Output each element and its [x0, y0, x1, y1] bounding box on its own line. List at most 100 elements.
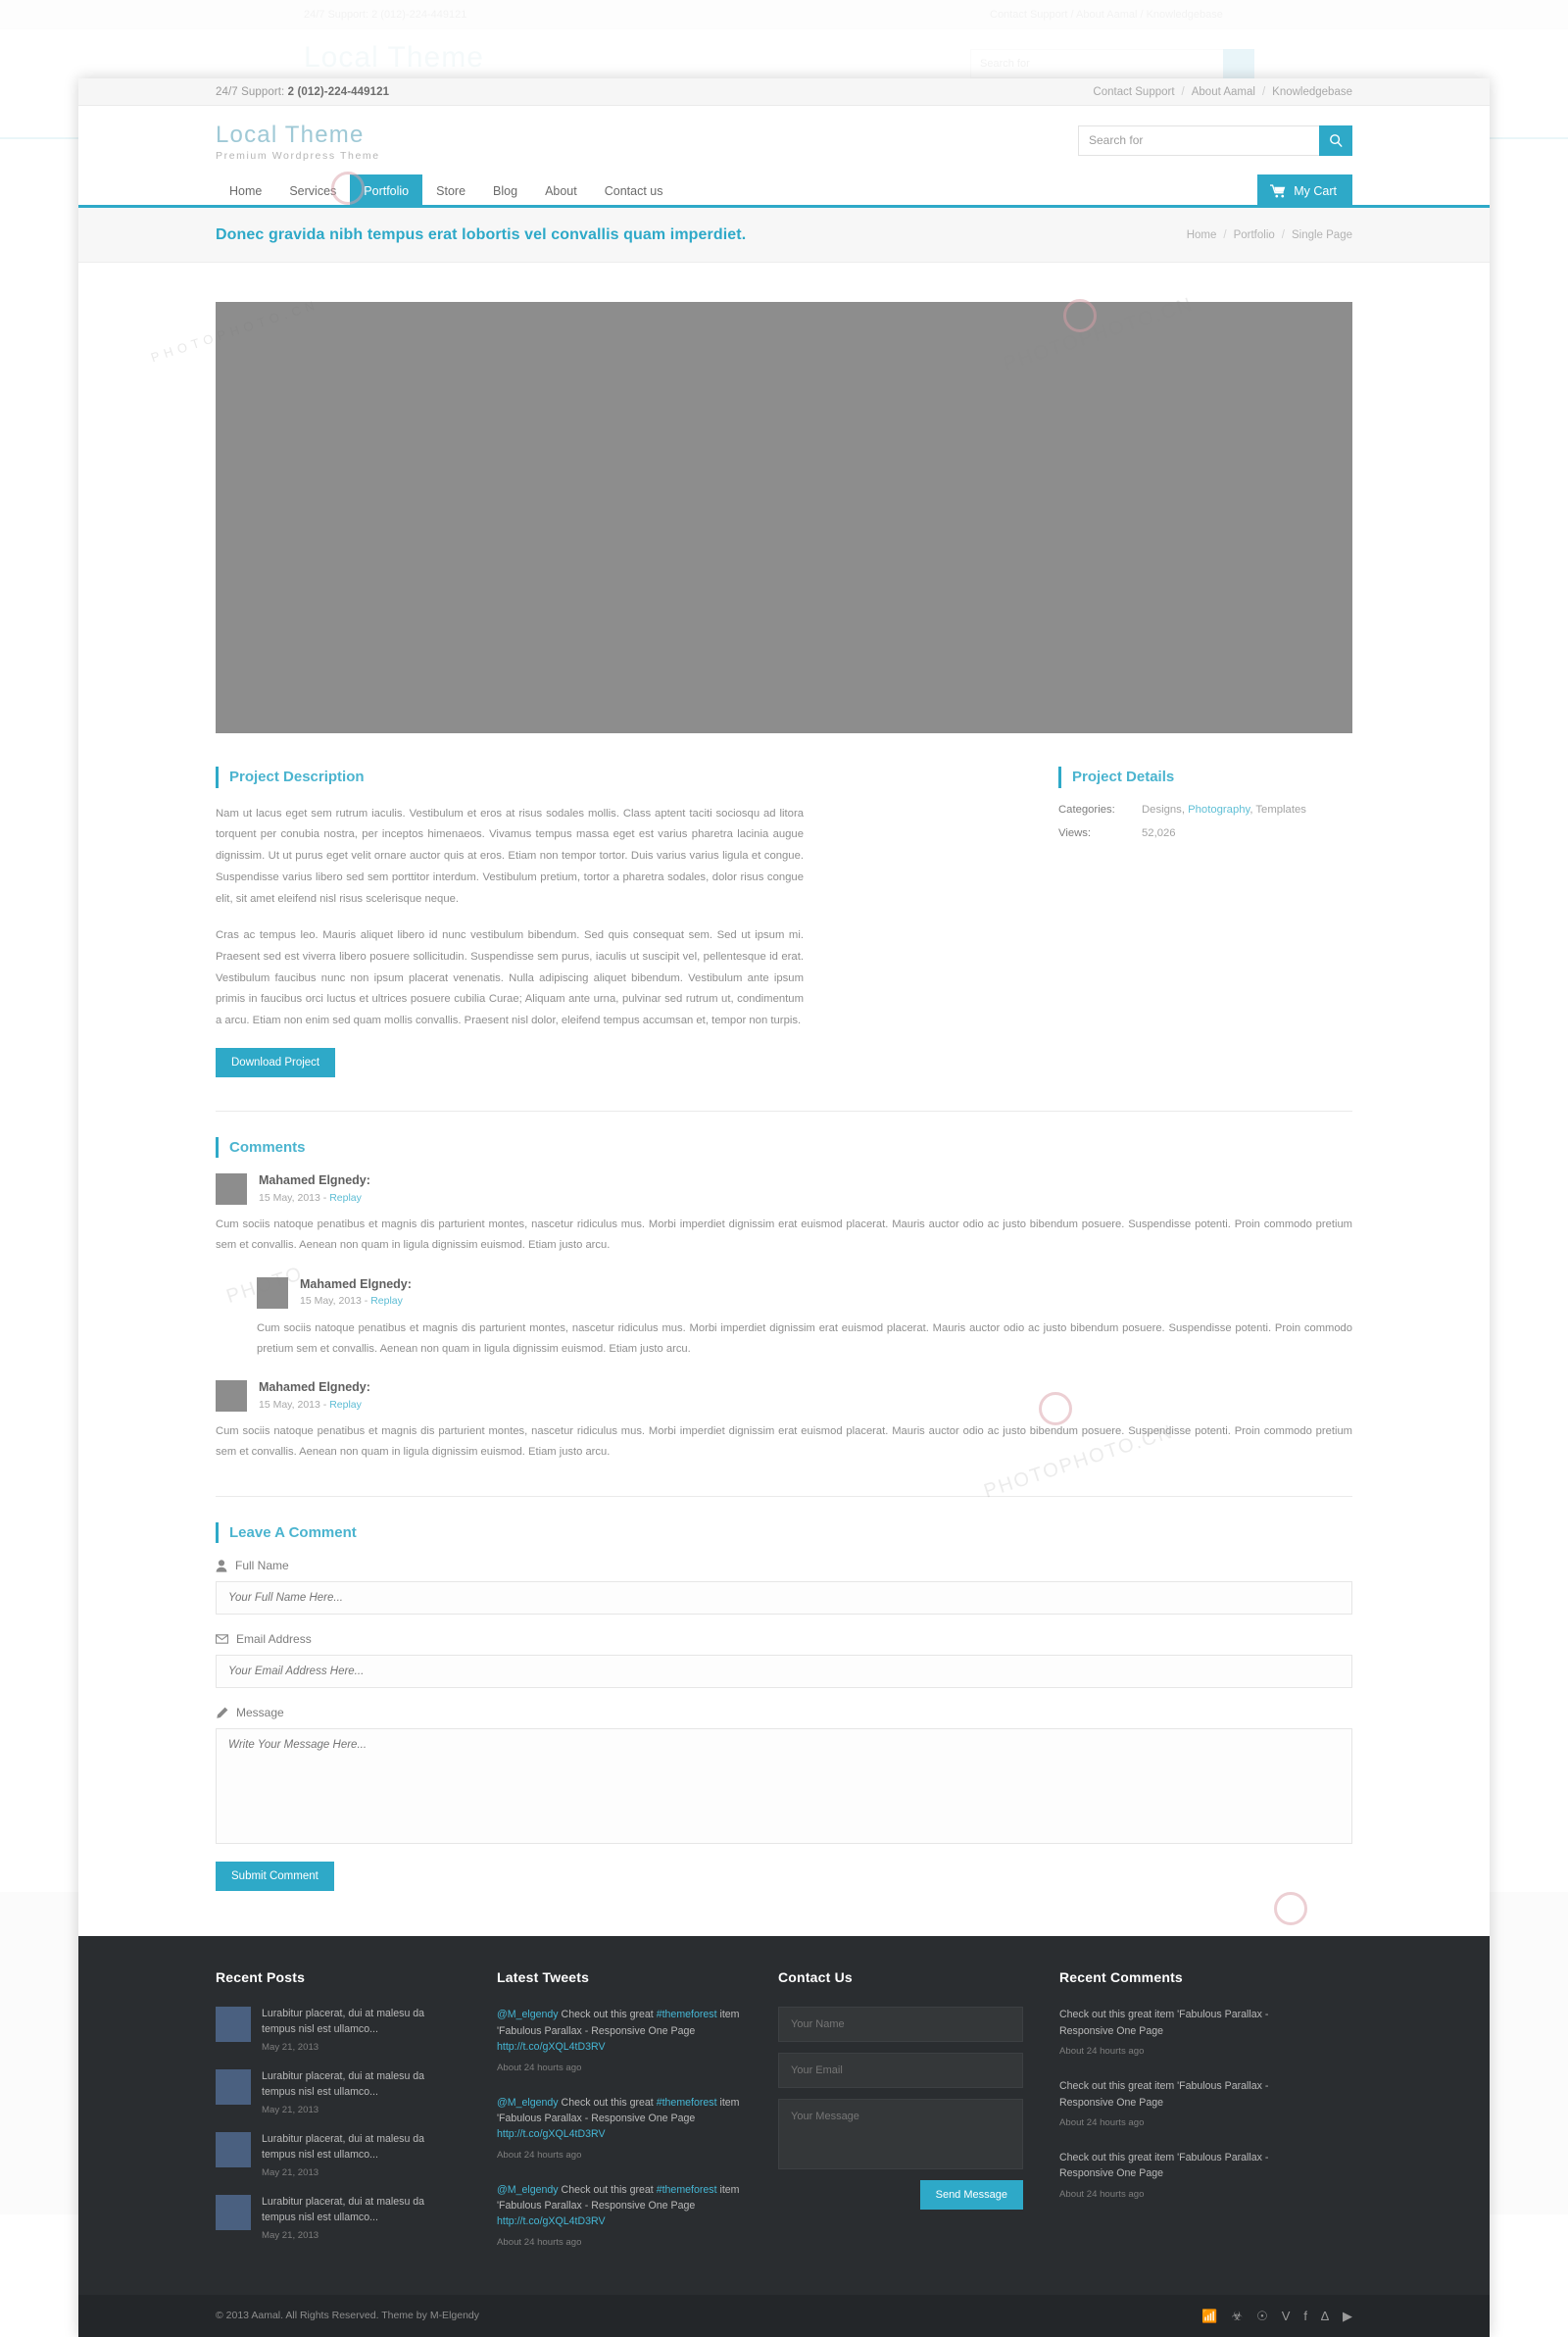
page-title-bar: Donec gravida nibh tempus erat lobortis …: [78, 208, 1490, 263]
comment-meta: 15 May, 2013 - Replay: [259, 1192, 370, 1204]
tweet-hashtag[interactable]: #themeforest: [657, 2097, 717, 2109]
message-label: Message: [216, 1706, 1352, 1719]
recent-post-item[interactable]: Lurabitur placerat, dui at malesu da tem…: [216, 2132, 461, 2178]
tweet-handle[interactable]: @M_elgendy: [497, 2009, 559, 2020]
detail-row-categories: Categories: Designs, Photography, Templa…: [1058, 804, 1352, 816]
comment-date: 15 May, 2013 -: [259, 1192, 327, 1204]
nav-item-home[interactable]: Home: [216, 174, 275, 208]
recent-post-item[interactable]: Lurabitur placerat, dui at malesu da tem…: [216, 2007, 461, 2053]
footer-heading: Recent Comments: [1059, 1969, 1183, 1986]
support-label: 24/7 Support:: [216, 85, 285, 98]
post-title: Lurabitur placerat, dui at malesu da tem…: [262, 2008, 425, 2036]
brand-logo[interactable]: Local Theme Premium Wordpress Theme: [216, 119, 380, 162]
twitter-icon[interactable]: ☣: [1231, 2310, 1243, 2322]
tweet-text: Check out this great: [558, 2183, 657, 2196]
recent-post-item[interactable]: Lurabitur placerat, dui at malesu da tem…: [216, 2194, 461, 2241]
comment-item: Mahamed Elgnedy: 15 May, 2013 - Replay C…: [257, 1276, 1352, 1359]
breadcrumb-home[interactable]: Home: [1187, 229, 1217, 241]
full-name-input[interactable]: [216, 1581, 1352, 1616]
footer-email-input[interactable]: [778, 2053, 1023, 2089]
tweet-handle[interactable]: @M_elgendy: [497, 2184, 559, 2196]
nav-item-blog[interactable]: Blog: [479, 174, 531, 208]
cart-label: My Cart: [1294, 184, 1337, 198]
search-button[interactable]: [1319, 124, 1352, 156]
comment-meta: 15 May, 2013 - Replay: [300, 1295, 412, 1307]
tweet-handle[interactable]: @M_elgendy: [497, 2097, 559, 2109]
message-textarea[interactable]: [216, 1728, 1352, 1845]
page-title: Donec gravida nibh tempus erat lobortis …: [216, 226, 747, 243]
shopping-cart-icon: [1270, 184, 1286, 198]
search-input[interactable]: [1078, 124, 1319, 156]
link-contact-support[interactable]: Contact Support: [1093, 86, 1174, 98]
reply-link[interactable]: Replay: [370, 1295, 403, 1307]
comment-author: Mahamed Elgnedy:: [259, 1380, 370, 1395]
comment-date: About 24 hourts ago: [1059, 2116, 1145, 2128]
tweet-date: About 24 hourts ago: [497, 2236, 582, 2248]
my-cart-button[interactable]: My Cart: [1257, 174, 1352, 208]
comment-header: Mahamed Elgnedy: 15 May, 2013 - Replay: [216, 1380, 1352, 1413]
send-message-button[interactable]: Send Message: [919, 2180, 1023, 2211]
brand-title: Local Theme: [216, 121, 365, 148]
submit-comment-button[interactable]: Submit Comment: [216, 1862, 334, 1892]
recent-comment-item[interactable]: Check out this great item 'Fabulous Para…: [1059, 2150, 1304, 2203]
project-details-column: Project Details Categories: Designs, Pho…: [1058, 767, 1352, 1077]
comments-heading: Comments: [216, 1136, 1352, 1159]
comment-header: Mahamed Elgnedy: 15 May, 2013 - Replay: [257, 1276, 1352, 1309]
project-hero-image: [216, 302, 1352, 733]
email-address-input[interactable]: [216, 1655, 1352, 1689]
tweet-url[interactable]: http://t.co/gXQL4tD3RV: [497, 2128, 606, 2140]
divider: [216, 1495, 1352, 1497]
recent-comment-item[interactable]: Check out this great item 'Fabulous Para…: [1059, 2007, 1304, 2060]
nav-item-store[interactable]: Store: [422, 174, 479, 208]
copyright-bar: © 2013 Aamal. All Rights Reserved. Theme…: [78, 2294, 1490, 2337]
vimeo-icon[interactable]: V: [1282, 2310, 1291, 2322]
separator: /: [1223, 229, 1227, 241]
nav-item-contact-us[interactable]: Contact us: [591, 174, 677, 208]
link-about-aamal[interactable]: About Aamal: [1192, 86, 1255, 98]
avatar: [216, 1173, 247, 1206]
tweet-date: About 24 hourts ago: [497, 2149, 582, 2161]
footer-name-input[interactable]: [778, 2007, 1023, 2043]
footer-message-textarea[interactable]: [778, 2099, 1023, 2170]
detail-value: Designs, Photography, Templates: [1142, 803, 1306, 816]
tweet-date: About 24 hourts ago: [497, 2062, 582, 2073]
copyright-text: © 2013 Aamal. All Rights Reserved. Theme…: [216, 2310, 480, 2322]
reply-link[interactable]: Replay: [329, 1192, 362, 1204]
post-thumbnail: [216, 2132, 251, 2167]
nav-item-services[interactable]: Services: [275, 174, 350, 208]
recent-comment-item[interactable]: Check out this great item 'Fabulous Para…: [1059, 2078, 1304, 2131]
nav-item-about[interactable]: About: [531, 174, 591, 208]
post-thumbnail: [216, 2007, 251, 2043]
tweet-hashtag[interactable]: #themeforest: [657, 2184, 717, 2196]
rss-icon[interactable]: 📶: [1201, 2310, 1217, 2322]
tweet-url[interactable]: http://t.co/gXQL4tD3RV: [497, 2215, 606, 2227]
separator: /: [1261, 85, 1266, 98]
tweet-hashtag[interactable]: #themeforest: [657, 2009, 717, 2020]
facebook-icon[interactable]: f: [1303, 2310, 1307, 2322]
nav-list: Home Services Portfolio Store Blog About…: [216, 174, 677, 208]
footer-recent-posts: Recent Posts Lurabitur placerat, dui at …: [216, 1969, 461, 2268]
dribbble-icon[interactable]: ☉: [1256, 2310, 1268, 2322]
comment-text: Cum sociis natoque penatibus et magnis d…: [216, 1425, 1352, 1458]
ghost-logo: Local Theme: [304, 41, 484, 74]
support-number: 2 (012)-224-449121: [287, 85, 390, 98]
comment-author: Mahamed Elgnedy:: [259, 1173, 370, 1188]
nav-item-portfolio[interactable]: Portfolio: [350, 174, 423, 208]
category-link-photography[interactable]: Photography: [1188, 804, 1250, 816]
comment-item: Mahamed Elgnedy: 15 May, 2013 - Replay C…: [216, 1173, 1352, 1255]
download-project-button[interactable]: Download Project: [216, 1047, 336, 1077]
browser-page: 24/7 Support: 2 (012)-224-449121 Contact…: [78, 78, 1490, 2337]
behance-icon[interactable]: ∆: [1321, 2310, 1329, 2322]
tweet-url[interactable]: http://t.co/gXQL4tD3RV: [497, 2041, 606, 2053]
breadcrumb-portfolio[interactable]: Portfolio: [1234, 229, 1275, 241]
comment-date: 15 May, 2013 -: [300, 1295, 368, 1308]
youtube-icon[interactable]: ▶: [1343, 2310, 1352, 2322]
separator: /: [1181, 85, 1185, 98]
link-knowledgebase[interactable]: Knowledgebase: [1272, 86, 1352, 98]
label-text: Full Name: [235, 1559, 289, 1573]
post-date: May 21, 2013: [262, 2042, 319, 2054]
reply-link[interactable]: Replay: [329, 1399, 362, 1411]
recent-post-item[interactable]: Lurabitur placerat, dui at malesu da tem…: [216, 2069, 461, 2115]
comment-date: About 24 hourts ago: [1059, 2046, 1145, 2058]
detail-key: Views:: [1058, 826, 1092, 839]
